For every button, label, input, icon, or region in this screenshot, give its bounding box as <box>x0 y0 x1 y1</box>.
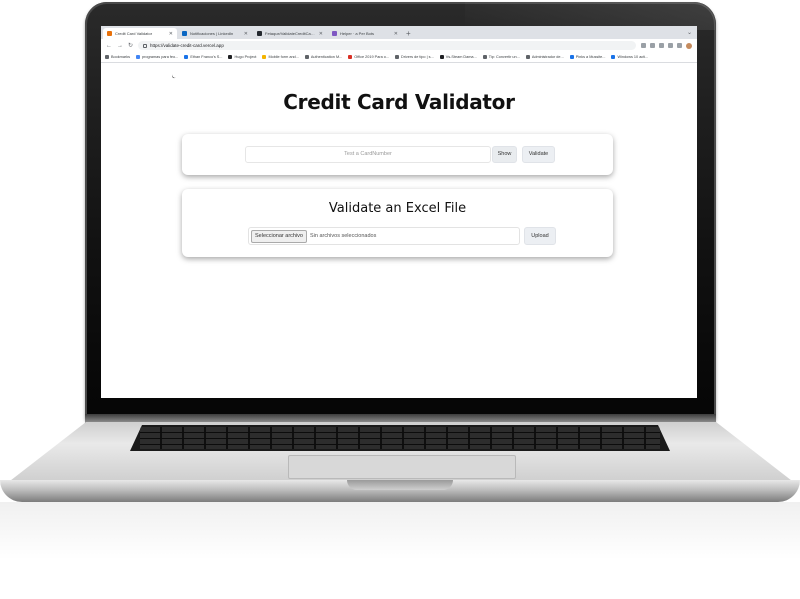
validate-button[interactable]: Validate <box>522 146 555 163</box>
puzzle-icon[interactable] <box>677 43 682 48</box>
lock-icon <box>143 43 148 48</box>
page-viewport: Credit Card Validator Test a CardNumber … <box>101 63 697 398</box>
close-tab-icon[interactable]: ✕ <box>244 31 248 37</box>
keyboard-keys <box>140 427 660 449</box>
window-controls-icon[interactable]: ⌄ <box>687 28 697 39</box>
tab-favicon-icon <box>257 31 262 36</box>
forward-arrow-icon[interactable]: → <box>117 43 123 49</box>
bookmark-favicon-icon <box>439 55 444 59</box>
bookmark-favicon-icon <box>228 55 233 59</box>
excel-heading: Validate an Excel File <box>328 201 467 216</box>
new-tab-button[interactable]: + <box>406 28 411 39</box>
address-bar-url: https://validate-credit-card.vercel.app <box>150 43 224 48</box>
browser-tab[interactable]: Credit Card Validator ✕ <box>103 28 177 39</box>
reload-icon[interactable]: ↻ <box>128 42 133 49</box>
bookmark-label: programas para feo... <box>142 55 179 59</box>
extension-icon[interactable] <box>668 43 673 48</box>
bookmark-item[interactable]: Authentication M... <box>304 55 343 59</box>
browser-toolbar: ← → ↻ https://validate-credit-card.verce… <box>101 39 697 52</box>
browser-tab[interactable]: Helper · a Per Bots ✕ <box>328 28 402 39</box>
share-icon[interactable] <box>641 43 646 48</box>
bookmarks-bar: Bookmarks programas para feo... Ethan Fran… <box>101 52 697 63</box>
bookmark-favicon-icon <box>262 55 267 59</box>
upload-button[interactable]: Upload <box>524 227 556 245</box>
bookmark-item[interactable]: Office 2019 Para o... <box>348 55 389 59</box>
card-number-panel: Test a CardNumber Show Validate <box>182 134 613 175</box>
bookmark-item[interactable]: Bookmarks <box>105 55 130 59</box>
tab-label: Credit Card Validator <box>115 31 153 36</box>
bookmark-item[interactable]: programas para feo... <box>136 55 178 59</box>
bookmark-label: Administrador de... <box>531 55 564 59</box>
file-status-text: Sin archivos seleccionados <box>310 233 377 239</box>
bookmark-label: Authentication M... <box>310 55 343 59</box>
bookmark-item[interactable]: Mobile form and... <box>262 55 299 59</box>
browser-tab[interactable]: Notificaciones | LinkedIn ✕ <box>178 28 252 39</box>
bookmark-item[interactable]: Administrador de... <box>525 55 564 59</box>
extension-icon[interactable] <box>659 43 664 48</box>
back-arrow-icon[interactable]: ← <box>106 43 112 49</box>
address-bar[interactable]: https://validate-credit-card.vercel.app <box>138 41 636 50</box>
bookmark-item[interactable]: Vs-Steam Dama... <box>439 55 477 59</box>
bookmark-favicon-icon <box>482 55 487 59</box>
browser-tab-bar: Credit Card Validator ✕ Notificaciones |… <box>101 26 697 39</box>
bookmark-favicon-icon <box>105 55 109 59</box>
tab-label: Fetaque/ValidateCreditCard: V <box>265 31 316 36</box>
tab-favicon-icon <box>182 31 187 36</box>
bookmark-label: Windows 10 acti... <box>617 55 649 59</box>
browser-tab[interactable]: Fetaque/ValidateCreditCard: V ✕ <box>253 28 327 39</box>
bookmark-label: Vs-Steam Dama... <box>445 55 477 59</box>
show-button[interactable]: Show <box>492 146 517 163</box>
table-reflection <box>0 502 800 599</box>
laptop-screen: Credit Card Validator ✕ Notificaciones |… <box>101 26 697 398</box>
tab-label: Notificaciones | LinkedIn <box>190 31 234 36</box>
bookmark-item[interactable]: Drivers de tipo | s... <box>395 55 434 59</box>
tab-favicon-icon <box>107 31 112 36</box>
bookmark-label: Tip: Convertir un... <box>488 55 520 59</box>
bookmark-favicon-icon <box>184 55 189 59</box>
laptop-keyboard <box>130 425 670 451</box>
profile-avatar[interactable] <box>686 42 692 49</box>
bookmark-label: Mobile form and... <box>268 55 299 59</box>
file-input[interactable]: Seleccionar archivo Sin archivos selecci… <box>248 227 520 245</box>
tab-label: Helper · a Per Bots <box>340 31 375 36</box>
page-title: Credit Card Validator <box>283 90 515 114</box>
bookmark-item[interactable]: Pinks a Mussite... <box>569 55 606 59</box>
extensions-area <box>641 42 692 49</box>
bookmark-label: Ethan Franco's S... <box>190 55 223 59</box>
bookmark-label: Office 2019 Para o... <box>354 55 390 59</box>
bookmark-label: Drivers de tipo | s... <box>401 55 434 59</box>
bookmark-item[interactable]: Tip: Convertir un... <box>482 55 520 59</box>
choose-file-button[interactable]: Seleccionar archivo <box>251 229 307 243</box>
close-tab-icon[interactable]: ✕ <box>169 31 173 37</box>
excel-upload-panel: Validate an Excel File Seleccionar archi… <box>182 189 613 257</box>
close-tab-icon[interactable]: ✕ <box>319 31 323 37</box>
star-icon[interactable] <box>650 43 655 48</box>
bookmark-item[interactable]: Ethan Franco's S... <box>184 55 222 59</box>
bookmark-item[interactable]: Windows 10 acti... <box>611 55 648 59</box>
bookmark-label: Pinks a Mussite... <box>575 55 606 59</box>
laptop-notch <box>347 480 453 490</box>
mouse-cursor-icon <box>172 74 176 79</box>
bookmark-favicon-icon <box>348 55 353 59</box>
bookmark-label: Hugo Project <box>234 55 257 59</box>
bookmark-favicon-icon <box>395 55 400 59</box>
bookmark-favicon-icon <box>569 55 574 59</box>
bookmark-item[interactable]: Hugo Project <box>228 55 256 59</box>
bookmark-favicon-icon <box>304 55 309 59</box>
close-tab-icon[interactable]: ✕ <box>394 31 398 37</box>
bookmark-favicon-icon <box>611 55 616 59</box>
bookmark-favicon-icon <box>525 55 530 59</box>
laptop-trackpad <box>288 455 516 479</box>
tab-favicon-icon <box>332 31 337 36</box>
bookmark-label: Bookmarks <box>111 55 130 59</box>
card-number-input[interactable]: Test a CardNumber <box>245 146 491 163</box>
bookmark-favicon-icon <box>136 55 140 59</box>
